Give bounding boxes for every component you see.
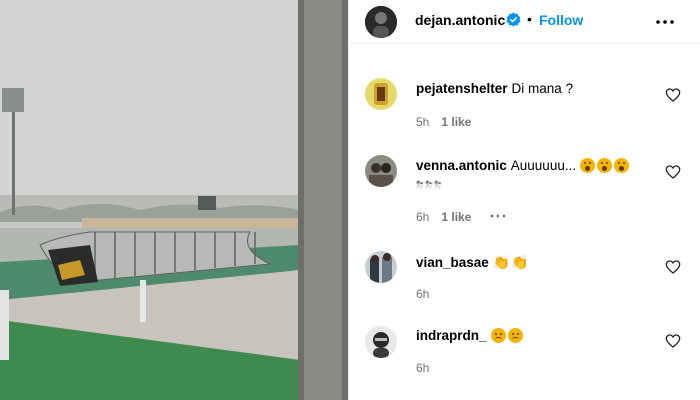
- clapping-hands-emoji: 👏: [492, 254, 511, 270]
- disappointed-face-emoji: [490, 328, 506, 343]
- commenter-avatar[interactable]: [365, 326, 397, 358]
- verified-badge-icon: [506, 12, 521, 27]
- stadium-rain-image: [0, 0, 348, 400]
- more-options-icon[interactable]: [653, 12, 677, 32]
- comment-time[interactable]: 6h: [416, 361, 429, 375]
- commenter-avatar[interactable]: [365, 78, 397, 110]
- astonished-face-emoji: [596, 158, 612, 173]
- commenter-avatar[interactable]: [365, 251, 397, 283]
- heart-icon[interactable]: [665, 259, 681, 275]
- comment-text-line2: ⛈⛈⛈: [416, 180, 443, 191]
- heart-icon[interactable]: [665, 164, 681, 180]
- clapping-hands-emoji: 👏: [511, 254, 529, 270]
- commenter-avatar[interactable]: [365, 155, 397, 187]
- author-avatar[interactable]: [365, 6, 397, 38]
- heart-icon[interactable]: [665, 333, 681, 349]
- astonished-face-emoji: [579, 158, 595, 173]
- more-horizontal-icon[interactable]: [489, 212, 507, 220]
- post-header: dejan.antonic • Follow: [349, 0, 700, 44]
- astonished-face-emoji: [613, 158, 629, 173]
- comment-likes[interactable]: 1 like: [441, 210, 471, 224]
- comment-username[interactable]: indraprdn_: [416, 328, 487, 343]
- comment-username[interactable]: venna.antonic: [416, 158, 507, 173]
- post-details-panel: dejan.antonic • Follow pejatenshelter Di …: [348, 0, 700, 400]
- author-username[interactable]: dejan.antonic: [415, 12, 505, 28]
- comment-text: Auuuuuu...: [510, 158, 577, 173]
- comment-text: Di mana ?: [511, 81, 574, 96]
- disappointed-face-emoji: [507, 328, 523, 343]
- heart-icon[interactable]: [665, 87, 681, 103]
- comment-likes[interactable]: 1 like: [441, 115, 471, 129]
- comment-username[interactable]: vian_basae: [416, 255, 489, 270]
- follow-button[interactable]: Follow: [539, 12, 583, 28]
- comment-username[interactable]: pejatenshelter: [416, 81, 508, 96]
- header-separator: •: [527, 11, 532, 27]
- post-media[interactable]: [0, 0, 348, 400]
- comment-time[interactable]: 5h: [416, 115, 429, 129]
- comment-time[interactable]: 6h: [416, 210, 429, 224]
- comment-time[interactable]: 6h: [416, 287, 429, 301]
